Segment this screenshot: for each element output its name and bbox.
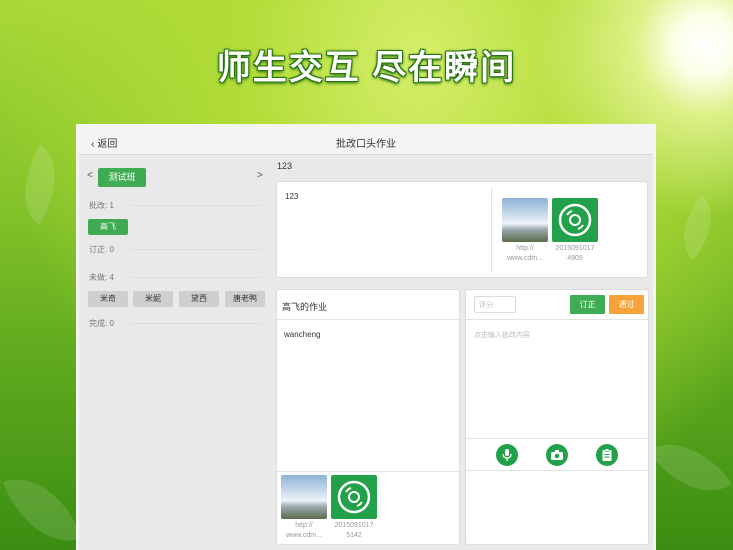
background-leaf — [2, 463, 83, 550]
class-selector: < 测试班 > — [87, 168, 263, 187]
background-leaf — [666, 195, 729, 260]
revise-status: 订正: 0 — [89, 244, 261, 255]
done-label: 完成: 0 — [89, 319, 114, 328]
next-class-button[interactable]: > — [257, 170, 263, 181]
attachment-caption: http://www.cdm... — [286, 522, 322, 539]
review-toolbar — [466, 438, 648, 471]
divider — [131, 249, 261, 250]
corrected-status: 批改: 1 — [89, 200, 261, 211]
tablet-screen: ‹ 返回 批改口头作业 < 测试班 > 批改: 1 高飞 订正: 0 未做: 4 … — [76, 124, 656, 550]
score-input[interactable]: 评分 — [474, 296, 516, 313]
class-button[interactable]: 测试班 — [98, 168, 146, 187]
work-content: wancheng — [284, 330, 321, 339]
audio-disc-icon — [331, 475, 377, 519]
student-chip[interactable]: 米奇 — [88, 291, 128, 307]
work-attachments: http://www.cdm... 2015091017 5142 — [277, 471, 459, 539]
microphone-icon[interactable] — [496, 444, 518, 466]
camera-icon[interactable] — [546, 444, 568, 466]
divider — [131, 323, 261, 324]
undone-status: 未做: 4 — [89, 272, 261, 283]
nav-bar: ‹ 返回 批改口头作业 — [79, 127, 653, 155]
review-header: 评分 订正 通过 — [466, 290, 648, 320]
question-heading: 123 — [277, 161, 293, 171]
question-card: 123 http://www.cdm... 2015091017 4905 — [276, 181, 648, 278]
audio-attachment[interactable]: 2015091017 5142 — [331, 475, 377, 541]
work-title: 高飞的作业 — [277, 290, 459, 320]
review-card: 评分 订正 通过 点击输入批改内容 — [465, 289, 649, 545]
attachment-caption: http://www.cdm... — [507, 245, 543, 262]
done-status: 完成: 0 — [89, 318, 261, 329]
attachment-caption: 2015091017 4905 — [555, 245, 595, 262]
background-leaf — [648, 422, 732, 513]
sky-photo-thumbnail — [502, 198, 548, 242]
student-chip[interactable]: 高飞 — [88, 219, 128, 235]
student-work-card: 高飞的作业 wancheng http://www.cdm... 2015091… — [276, 289, 460, 545]
student-chip[interactable]: 唐老鸭 — [225, 291, 265, 307]
student-panel: < 测试班 > 批改: 1 高飞 订正: 0 未做: 4 米奇 米妮 黛西 唐老… — [79, 156, 267, 550]
audio-disc-icon — [552, 198, 598, 242]
divider — [131, 205, 261, 206]
pass-button[interactable]: 通过 — [609, 295, 644, 314]
promo-headline: 师生交互 尽在瞬间 — [216, 49, 517, 87]
page-title: 批改口头作业 — [336, 139, 396, 150]
audio-attachment[interactable]: 2015091017 4905 — [552, 198, 598, 264]
background-leaf — [5, 144, 75, 226]
student-chip[interactable]: 米妮 — [133, 291, 173, 307]
undone-label: 未做: 4 — [89, 273, 114, 282]
revise-label: 订正: 0 — [89, 245, 114, 254]
comment-input[interactable]: 点击输入批改内容 — [474, 330, 530, 340]
question-text: 123 — [285, 192, 299, 201]
revise-button[interactable]: 订正 — [570, 295, 605, 314]
image-attachment[interactable]: http://www.cdm... — [502, 198, 548, 264]
divider — [491, 188, 492, 271]
attachment-caption: 2015091017 5142 — [334, 522, 374, 539]
clipboard-icon[interactable] — [596, 444, 618, 466]
image-attachment[interactable]: http://www.cdm... — [281, 475, 327, 541]
corrected-label: 批改: 1 — [89, 201, 114, 210]
divider — [131, 277, 261, 278]
sky-photo-thumbnail — [281, 475, 327, 519]
prev-class-button[interactable]: < — [87, 170, 93, 181]
student-chip[interactable]: 黛西 — [179, 291, 219, 307]
